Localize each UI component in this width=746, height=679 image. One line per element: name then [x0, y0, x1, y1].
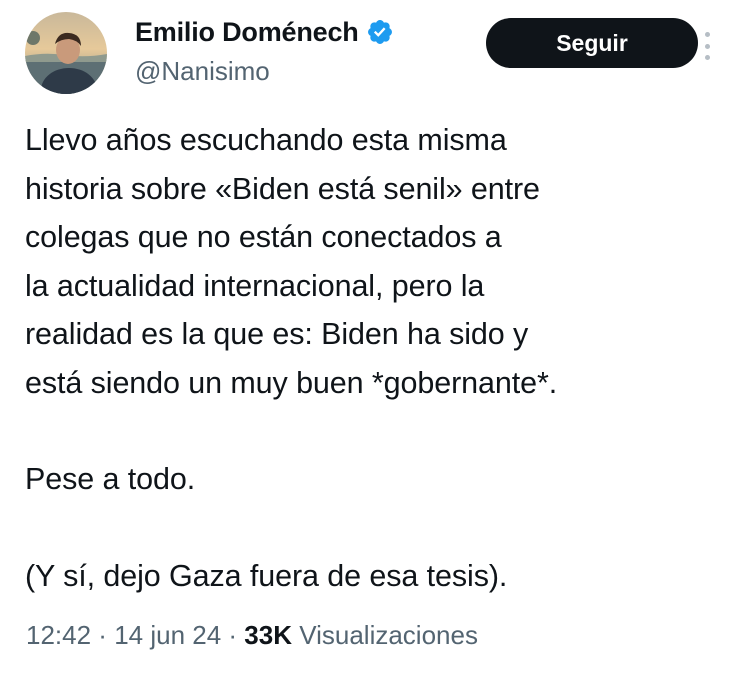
author-block: Emilio Doménech @Nanisimo [135, 14, 394, 87]
views-count[interactable]: 33K [244, 620, 292, 650]
tweet-card: Emilio Doménech @Nanisimo Seguir Llevo a… [0, 0, 746, 679]
avatar[interactable] [25, 12, 107, 94]
more-dot [704, 32, 710, 37]
follow-button[interactable]: Seguir [486, 18, 698, 68]
tweet-time[interactable]: 12:42 [26, 620, 91, 650]
tweet-paragraph: (Y sí, dejo Gaza fuera de esa tesis). [25, 558, 508, 593]
more-dot [704, 55, 710, 60]
meta-separator: · [91, 620, 115, 650]
author-display-name[interactable]: Emilio Doménech [135, 17, 359, 48]
tweet-meta: 12:42 · 14 jun 24 · 33K Visualizaciones [26, 620, 478, 651]
meta-separator: · [221, 620, 245, 650]
more-dot [704, 43, 710, 49]
tweet-paragraph: Pese a todo. [25, 462, 196, 496]
tweet-paragraph: Llevo años escuchando esta misma histori… [25, 123, 558, 400]
tweet-date[interactable]: 14 jun 24 [114, 620, 221, 650]
author-handle[interactable]: @Nanisimo [135, 56, 394, 87]
tweet-text: Llevo años escuchando esta misma histori… [25, 116, 725, 600]
views-label[interactable]: Visualizaciones [299, 620, 478, 650]
more-options-icon[interactable] [700, 26, 714, 66]
name-row: Emilio Doménech [135, 14, 394, 50]
verified-badge-icon [366, 18, 394, 46]
